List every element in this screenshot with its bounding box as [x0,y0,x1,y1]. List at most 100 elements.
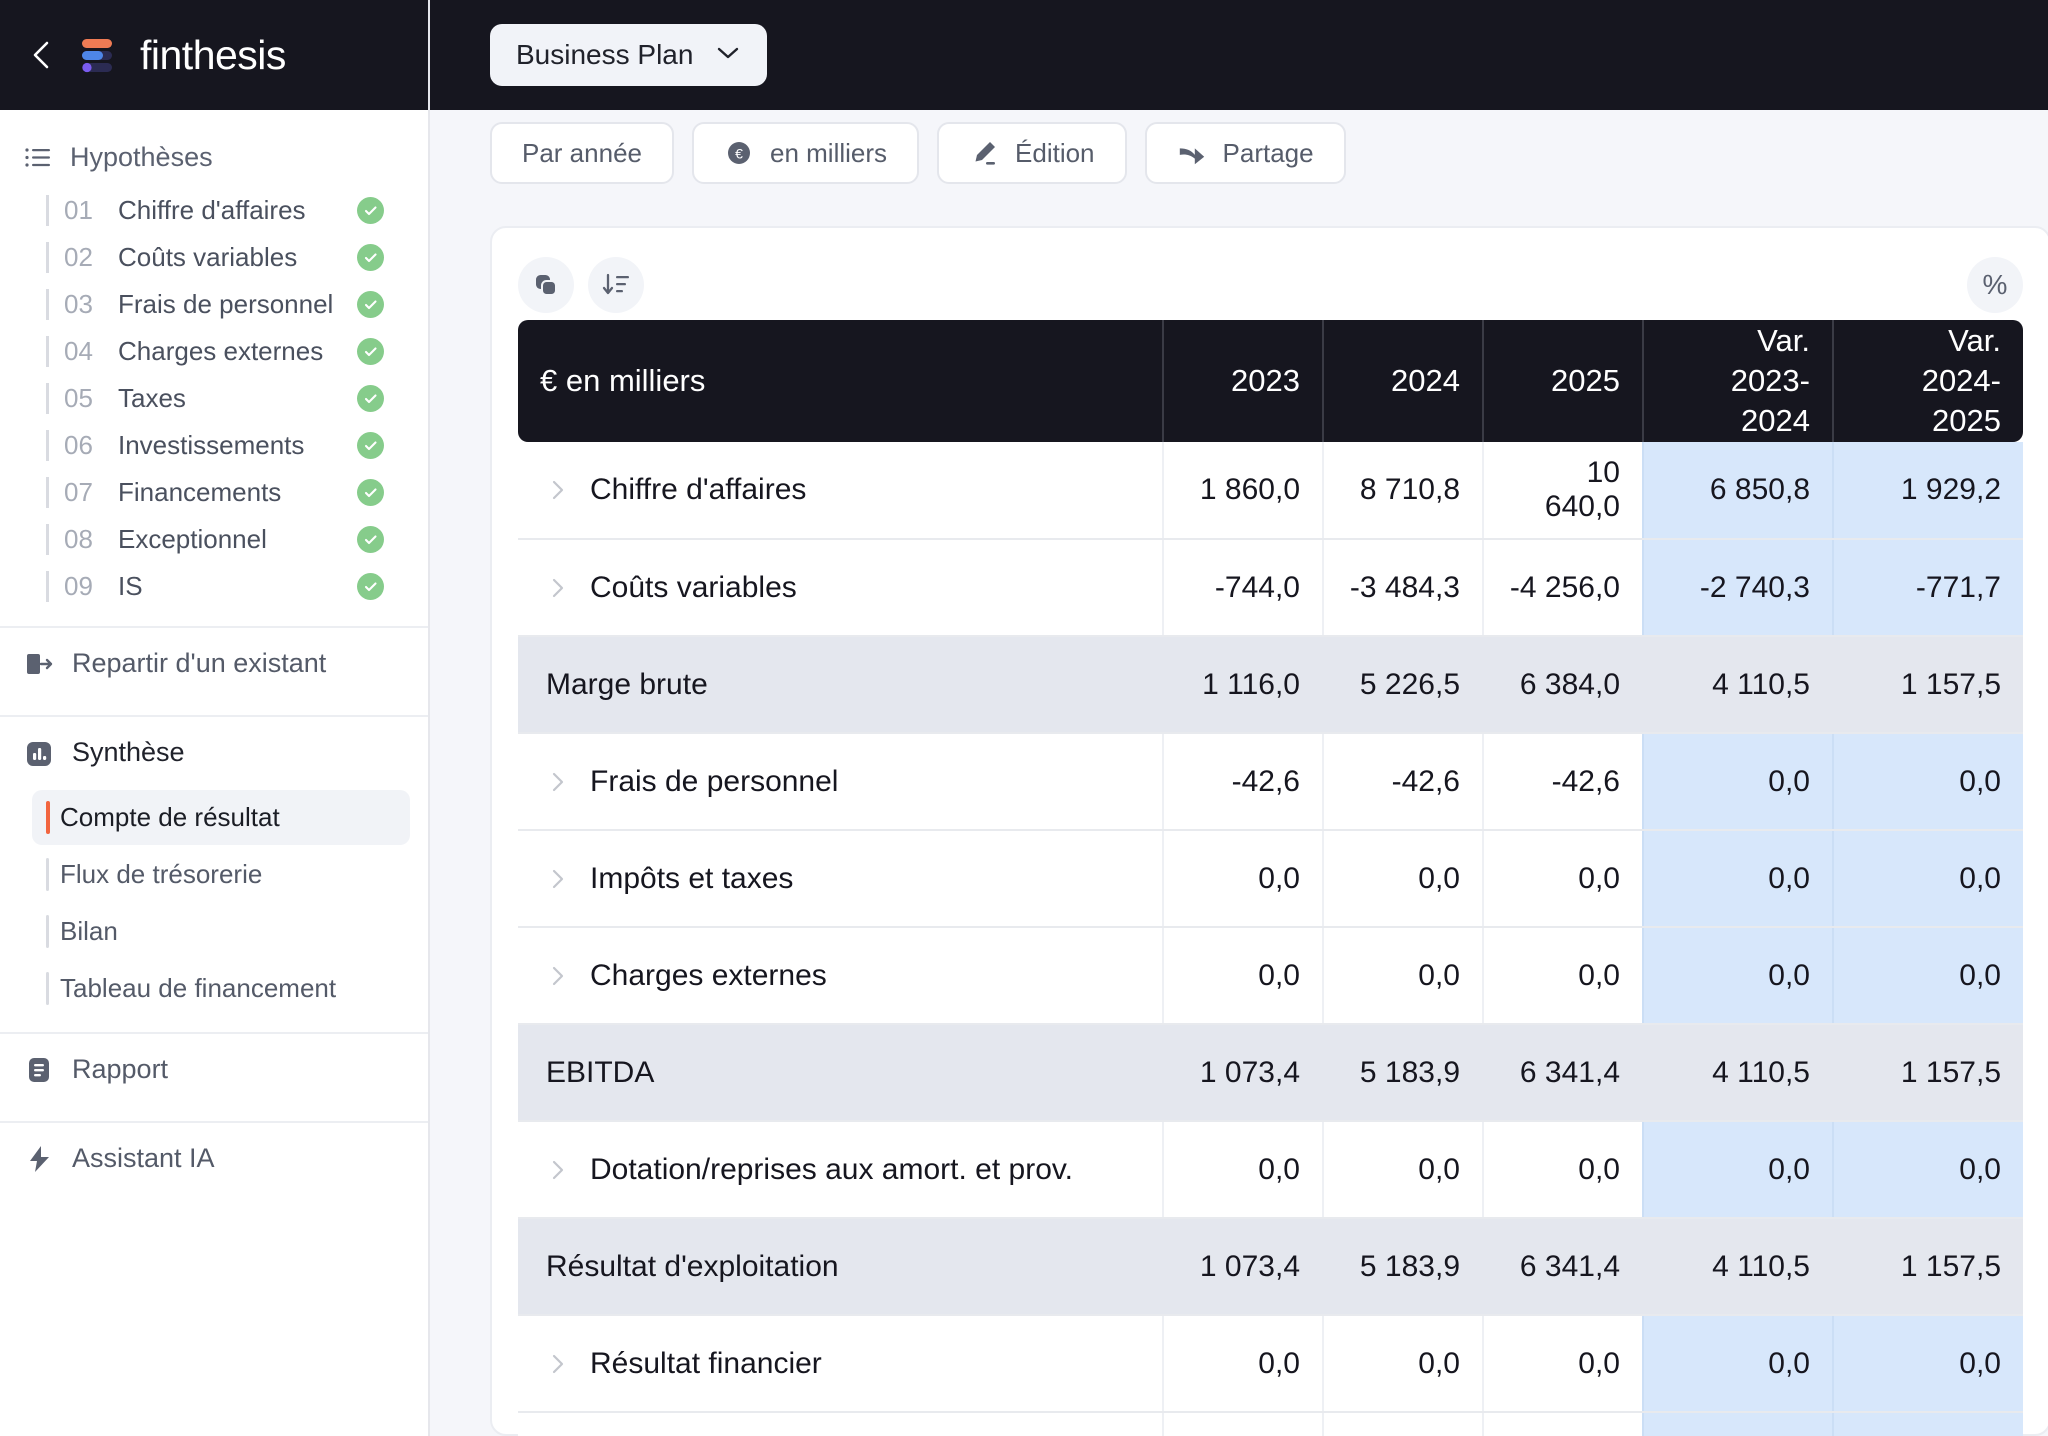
sidebar-scroll: Hypothèses 01 Chiffre d'affaires 02 Coûts v… [0,110,428,1436]
check-circle-icon [357,197,384,224]
sidebar-item-label: Assistant IA [72,1143,215,1173]
sidebar-item-label: Repartir d'un existant [72,648,327,678]
row-value-cell: 1 860,0 [1162,442,1323,540]
column-header-2023[interactable]: 2023 [1162,320,1323,442]
hypothesis-label: Exceptionnel [118,524,267,554]
plan-selector[interactable]: Business Plan [490,24,768,86]
sidebar-section-synthese[interactable]: Synthèse [0,717,428,788]
item-rail [46,571,49,602]
toolbar-button-par-annee[interactable]: Par année [490,122,674,184]
sidebar-subitem-flux-de-tr-sorerie[interactable]: Flux de trésorerie [32,847,410,902]
check-circle-icon [357,479,384,506]
column-header-unit: € en milliers [518,320,1163,442]
item-rail [46,858,49,891]
table-row[interactable]: Résultat d'exploitation 1 073,4 5 183,9 6 3… [518,1218,2023,1316]
row-value-cell: 5 183,9 [1322,1218,1483,1316]
row-value-cell: 0,0 [1162,1315,1323,1413]
hypothesis-label: Taxes [118,383,186,413]
chevron-left-icon[interactable] [24,38,58,72]
table-row[interactable]: Marge brute 1 116,0 5 226,5 6 384,0 4 110,5 1… [518,636,2023,734]
row-value-cell: 0,0 [1832,1121,2023,1219]
sidebar-hypothesis-item[interactable]: 05 Taxes [0,375,428,422]
row-value-cell: 0,0 [1832,927,2023,1025]
subitem-label: Bilan [60,916,118,946]
toolbar-button-label: Partage [1222,137,1314,168]
row-value-cell: -2 740,3 [1642,539,1833,637]
table-row[interactable]: Chiffre d'affaires 1 860,0 8 710,8 10 640,0… [518,442,2023,540]
hypothesis-number: 05 [64,383,93,413]
chevron-right-icon[interactable] [546,1352,570,1376]
chevron-right-icon[interactable] [546,770,570,794]
sidebar-section-hypotheses[interactable]: Hypothèses [0,128,428,187]
copy-icon[interactable] [518,257,574,313]
list-icon [24,144,52,172]
sidebar-item-assistant-ia[interactable]: Assistant IA [0,1123,428,1194]
row-value-cell: 1 073,4 [1162,1218,1323,1316]
sidebar-hypothesis-item[interactable]: 06 Investissements [0,422,428,469]
hypothesis-label: Frais de personnel [118,289,334,319]
column-header-2025[interactable]: 2025 [1482,320,1643,442]
lightning-icon [24,1144,54,1174]
row-value-cell: 10 640,0 [1482,442,1643,540]
sidebar-subitem-compte-de-r-sultat[interactable]: Compte de résultat [32,790,410,845]
table-row[interactable]: Résultat financier 0,0 0,0 0,0 0,0 0,0 [518,1315,2023,1413]
column-header-2024[interactable]: 2024 [1322,320,1483,442]
sidebar-item-repartir[interactable]: Repartir d'un existant [0,628,428,699]
bar-chart-icon [24,738,54,768]
percent-icon[interactable]: % [1967,257,2023,313]
content-area: % € en milliers 2023 2024 2025 Var. 2023… [430,196,2048,1436]
sidebar-subitem-tableau-de-financement[interactable]: Tableau de financement [32,961,410,1016]
toolbar-button-edition[interactable]: Édition [937,122,1127,184]
sidebar-hypothesis-item[interactable]: 08 Exceptionnel [0,516,428,563]
table-row[interactable]: Impôts et taxes 0,0 0,0 0,0 0,0 0,0 [518,830,2023,928]
sidebar-hypothesis-item[interactable]: 04 Charges externes [0,328,428,375]
row-value-cell: 1 929,2 [1832,442,2023,540]
chevron-right-icon[interactable] [546,478,570,502]
row-value-cell: 0,0 [1642,733,1833,831]
sidebar-hypothesis-item[interactable]: 07 Financements [0,469,428,516]
table-row[interactable]: EBITDA 1 073,4 5 183,9 6 341,4 4 110,5 1 157,… [518,1024,2023,1122]
row-value-cell: 0,0 [1162,830,1323,928]
sidebar-hypothesis-item[interactable]: 02 Coûts variables [0,234,428,281]
sidebar-hypothesis-item[interactable]: 03 Frais de personnel [0,281,428,328]
item-rail [46,336,49,367]
chevron-right-icon[interactable] [546,964,570,988]
chevron-right-icon[interactable] [546,867,570,891]
row-value-cell: 1 157,5 [1832,1024,2023,1122]
sidebar-section-label: Synthèse [72,737,185,767]
hypothesis-number: 08 [64,524,93,554]
svg-text:€: € [735,146,743,162]
row-value-cell: -42,6 [1322,733,1483,831]
table-row[interactable]: Charges externes 0,0 0,0 0,0 0,0 0,0 [518,927,2023,1025]
item-rail [46,524,49,555]
row-label-cell: Résultat exceptionnel [518,1412,1163,1436]
sidebar-subitem-bilan[interactable]: Bilan [32,904,410,959]
sidebar-hypothesis-item[interactable]: 09 IS [0,563,428,610]
row-value-cell: 1 157,5 [1832,1218,2023,1316]
sidebar-item-rapport[interactable]: Rapport [0,1034,428,1105]
toolbar-button-label: Édition [1015,137,1095,168]
sort-descending-icon[interactable] [588,257,644,313]
chevron-right-icon[interactable] [546,1158,570,1182]
table-row[interactable]: Résultat exceptionnel0,00,00,00,00,0 [518,1412,2023,1436]
table-header: € en milliers 2023 2024 2025 Var. 2023-2… [518,320,2023,442]
column-header-var-2024-2025[interactable]: Var. 2024-2025 [1832,320,2023,442]
chevron-right-icon[interactable] [546,576,570,600]
sidebar-hypothesis-item[interactable]: 01 Chiffre d'affaires [0,187,428,234]
toolbar-button-partage[interactable]: Partage [1144,122,1346,184]
table-row[interactable]: Dotation/reprises aux amort. et prov. 0,0… [518,1121,2023,1219]
check-circle-icon [357,573,384,600]
row-value-cell: 0,0 [1482,927,1643,1025]
toolbar-button-en-milliers[interactable]: € en milliers [691,122,920,184]
table-row[interactable]: Coûts variables -744,0 -3 484,3 -4 256,0 -2 … [518,539,2023,637]
hypothesis-label: Charges externes [118,336,324,366]
item-rail [46,289,49,320]
row-value-cell: 1 157,5 [1832,636,2023,734]
item-rail [46,801,50,834]
row-value-cell: 4 110,5 [1642,1218,1833,1316]
row-value-cell: 6 341,4 [1482,1218,1643,1316]
row-value-cell: 0,0 [1642,1315,1833,1413]
row-value-cell: 1 116,0 [1162,636,1323,734]
table-row[interactable]: Frais de personnel -42,6 -42,6 -42,6 0,0 0,0 [518,733,2023,831]
column-header-var-2023-2024[interactable]: Var. 2023-2024 [1642,320,1833,442]
